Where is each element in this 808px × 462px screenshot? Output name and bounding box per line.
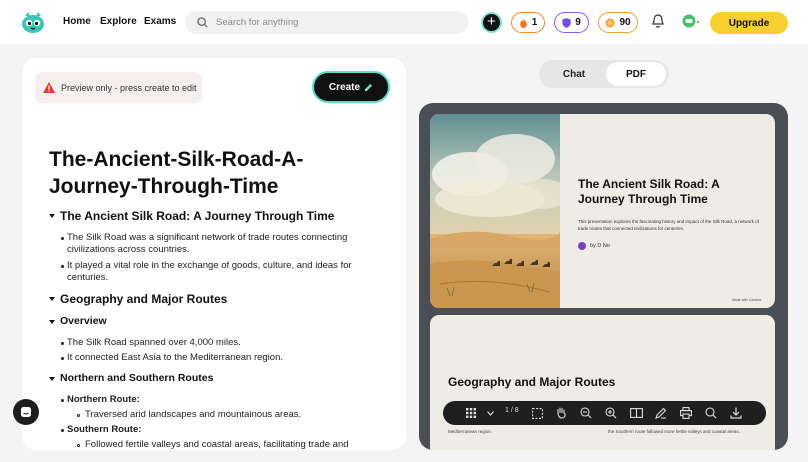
document-editor-card: Preview only - press create to edit Crea… bbox=[22, 58, 406, 450]
sub-bullet-icon bbox=[77, 414, 80, 417]
nav-exams-link[interactable]: Exams bbox=[144, 16, 176, 27]
view-toggle: Chat PDF bbox=[539, 60, 669, 88]
search-bar[interactable] bbox=[185, 11, 468, 34]
bullet-icon bbox=[61, 399, 64, 402]
coins-count: 90 bbox=[619, 17, 631, 28]
help-chat-button[interactable] bbox=[13, 399, 39, 425]
nav-explore-link[interactable]: Explore bbox=[100, 16, 137, 27]
bullet-icon bbox=[61, 237, 64, 240]
list-item: It connected East Asia to the Mediterran… bbox=[67, 352, 283, 363]
slide-1-title: The Ancient Silk Road: A Journey Through… bbox=[578, 177, 720, 206]
add-button[interactable]: + bbox=[481, 12, 502, 33]
list-item-label: Southern Route: bbox=[67, 424, 142, 435]
collapse-caret-icon[interactable] bbox=[49, 214, 55, 218]
download-icon[interactable] bbox=[729, 406, 743, 420]
top-navigation-bar: Home Explore Exams + 1 9 90 Upgrad bbox=[0, 0, 808, 44]
pdf-viewer[interactable]: The Ancient Silk Road: A Journey Through… bbox=[419, 103, 788, 450]
heading-intro: The Ancient Silk Road: A Journey Through… bbox=[60, 209, 335, 223]
chevron-down-icon[interactable] bbox=[483, 406, 497, 420]
coin-icon bbox=[605, 18, 615, 27]
collapse-caret-icon[interactable] bbox=[49, 320, 55, 324]
shield-icon bbox=[562, 17, 571, 28]
bell-icon[interactable] bbox=[652, 14, 664, 28]
zoom-in-icon[interactable] bbox=[604, 406, 618, 420]
tab-pdf[interactable]: PDF bbox=[606, 62, 666, 86]
shield-count: 9 bbox=[575, 17, 581, 28]
collapse-caret-icon[interactable] bbox=[49, 297, 55, 301]
streak-count: 1 bbox=[531, 17, 538, 28]
annotate-pen-icon[interactable] bbox=[654, 406, 668, 420]
made-with-badge: Made with Gamma bbox=[732, 298, 762, 302]
list-item: Traversed arid landscapes and mountainou… bbox=[85, 409, 302, 420]
search-icon bbox=[197, 17, 208, 28]
flame-icon bbox=[519, 17, 527, 28]
streak-badge[interactable]: 1 bbox=[511, 12, 545, 33]
pdf-toolbar: 1 / 8 bbox=[443, 401, 766, 425]
nav-home-link[interactable]: Home bbox=[63, 16, 91, 27]
author-avatar bbox=[578, 242, 586, 250]
slide-1: The Ancient Silk Road: A Journey Through… bbox=[430, 114, 775, 308]
collapse-caret-icon[interactable] bbox=[49, 377, 55, 381]
slide-1-description: This presentation explores the fascinati… bbox=[578, 219, 759, 231]
list-item: The Silk Road spanned over 4,000 miles. bbox=[67, 337, 241, 348]
tab-chat[interactable]: Chat bbox=[543, 62, 605, 86]
page-indicator: 1 / 8 bbox=[505, 407, 519, 414]
print-icon[interactable] bbox=[679, 406, 693, 420]
bullet-icon bbox=[61, 429, 64, 432]
list-item: The Silk Road was a significant network … bbox=[67, 232, 348, 255]
slide-2-title: Geography and Major Routes bbox=[448, 375, 616, 389]
document-outline: The Ancient Silk Road: A Journey Through… bbox=[22, 58, 406, 450]
two-page-view-icon[interactable] bbox=[629, 406, 643, 420]
bullet-icon bbox=[61, 342, 64, 345]
list-item: It played a vital role in the exchange o… bbox=[67, 260, 352, 283]
thumbnails-icon[interactable] bbox=[464, 406, 478, 420]
list-item: Followed fertile valleys and coastal are… bbox=[85, 439, 349, 450]
upgrade-button[interactable]: Upgrade bbox=[710, 12, 788, 34]
search-document-icon[interactable] bbox=[704, 406, 718, 420]
slide-2: Geography and Major Routes Mediterranean… bbox=[430, 315, 775, 450]
slide-1-byline: by D No bbox=[590, 243, 610, 249]
chat-bubble-icon bbox=[21, 407, 31, 417]
plus-icon: + bbox=[487, 13, 496, 30]
chat-avatar-icon[interactable] bbox=[682, 14, 700, 28]
slide-2-text-left: Mediterranean region. bbox=[448, 429, 493, 434]
list-item-label: Northern Route: bbox=[67, 394, 140, 405]
bullet-icon bbox=[61, 357, 64, 360]
desert-caravan-image bbox=[430, 114, 560, 308]
heading-overview: Overview bbox=[60, 315, 107, 327]
heading-routes: Northern and Southern Routes bbox=[60, 372, 214, 384]
coins-badge[interactable]: 90 bbox=[598, 12, 638, 33]
shield-badge[interactable]: 9 bbox=[554, 12, 589, 33]
bullet-icon bbox=[61, 265, 64, 268]
app-logo-icon[interactable] bbox=[20, 9, 46, 35]
slide-2-text-right: the Southern route followed more fertile… bbox=[608, 429, 740, 434]
search-input[interactable] bbox=[214, 16, 448, 29]
hand-pan-icon[interactable] bbox=[554, 406, 568, 420]
sub-bullet-icon bbox=[77, 444, 80, 447]
zoom-out-icon[interactable] bbox=[579, 406, 593, 420]
heading-geography: Geography and Major Routes bbox=[60, 292, 228, 306]
select-area-icon[interactable] bbox=[530, 406, 544, 420]
